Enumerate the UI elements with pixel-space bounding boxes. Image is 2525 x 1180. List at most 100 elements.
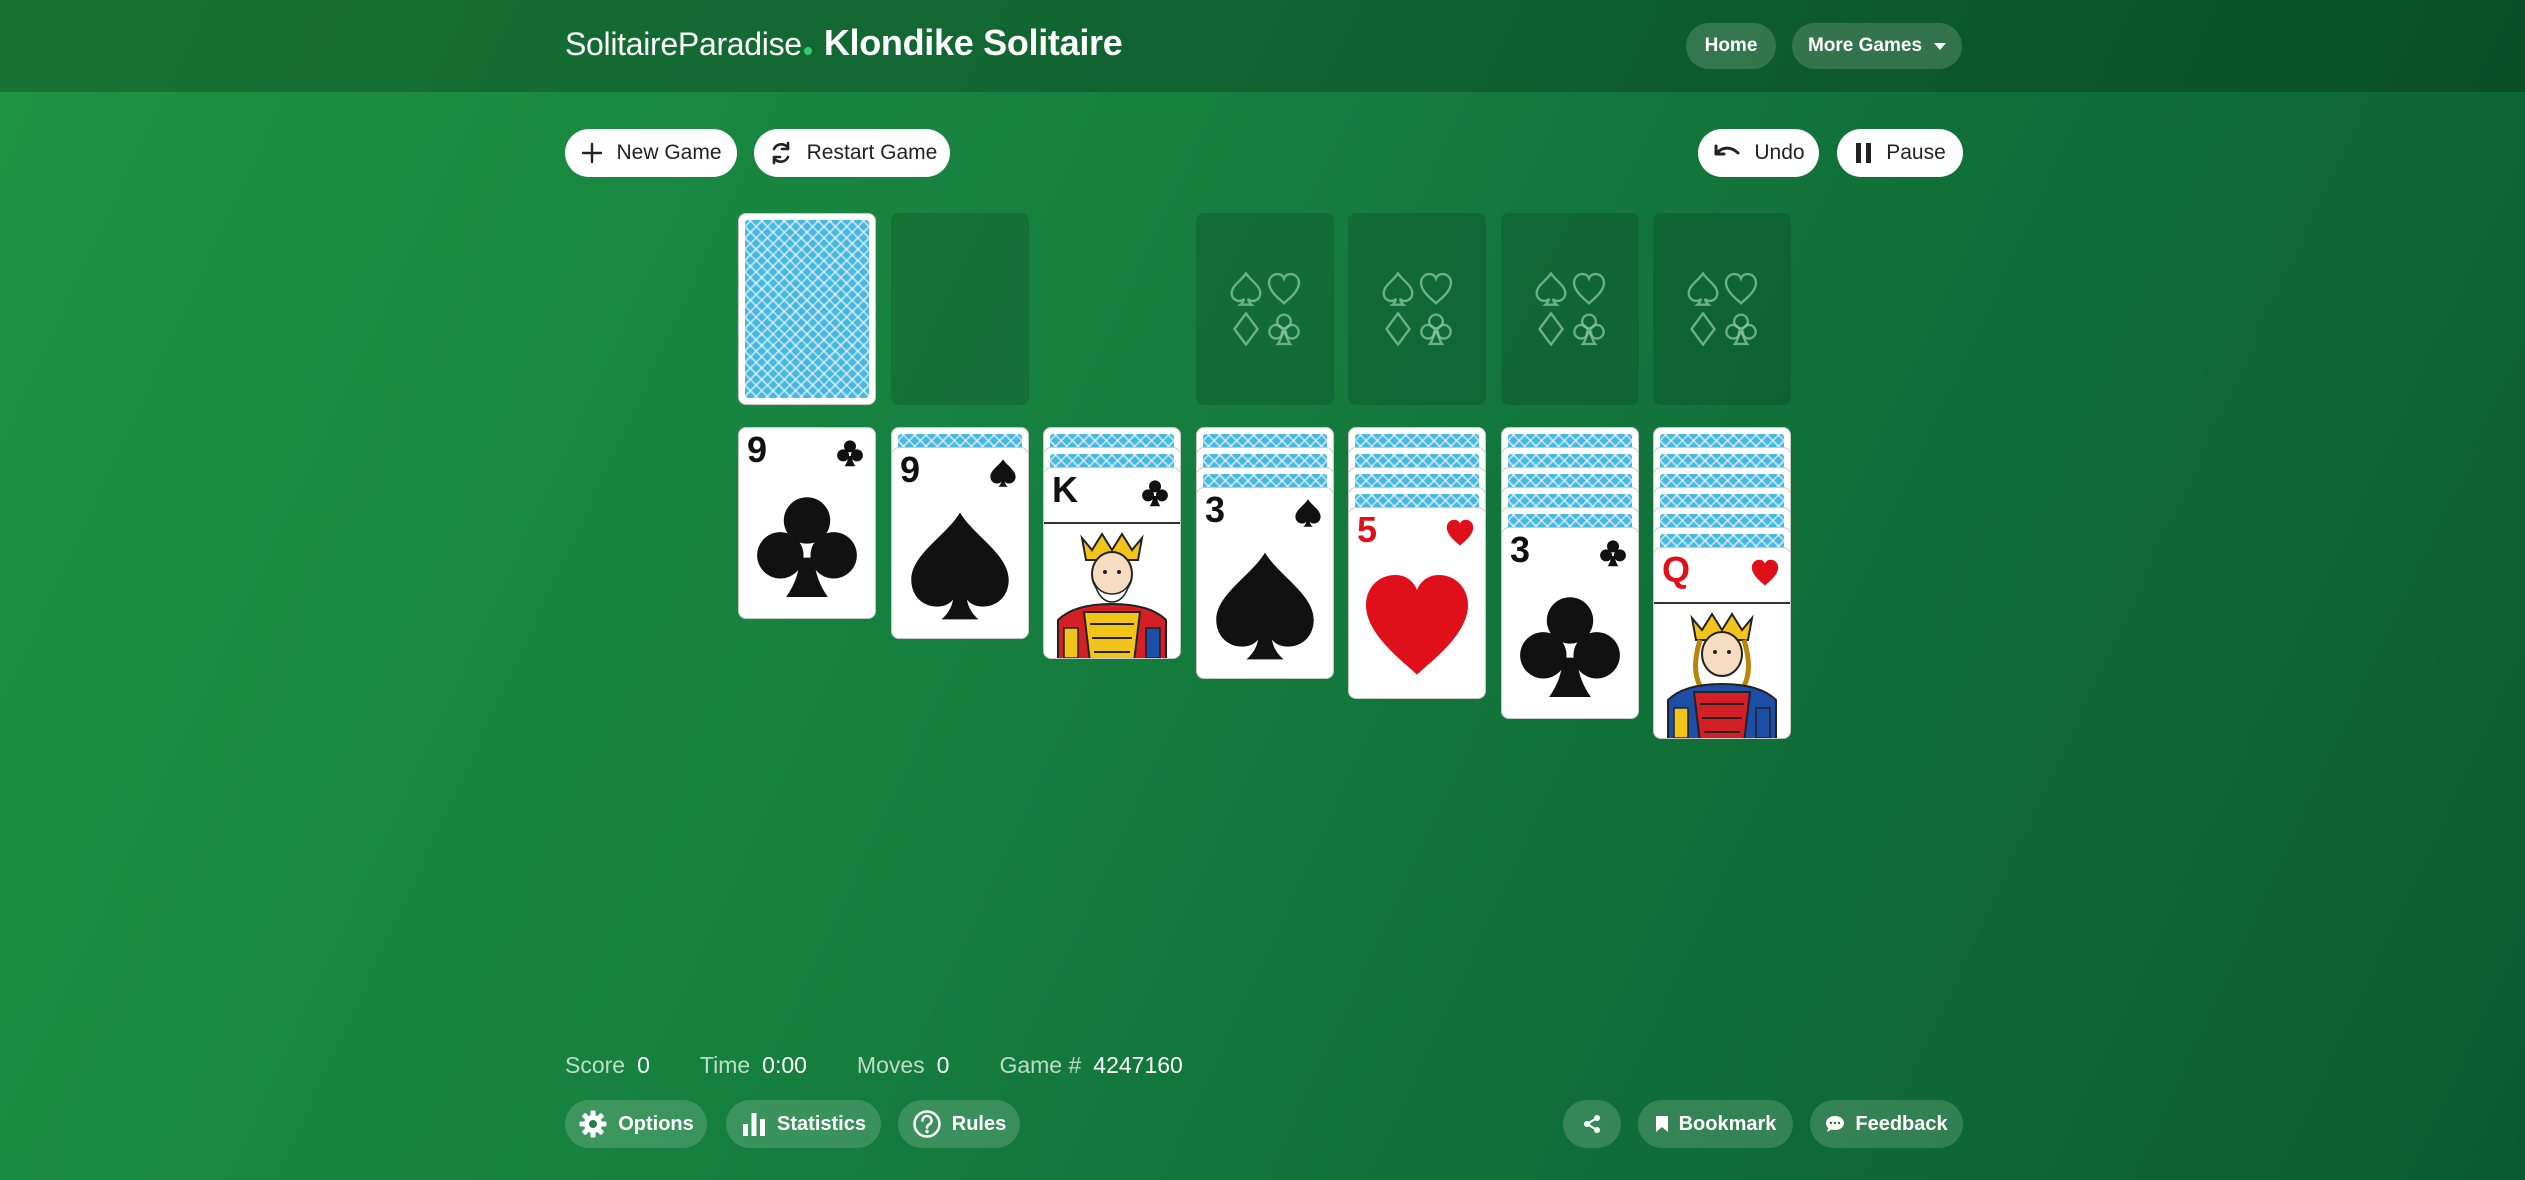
tableau-card[interactable]: 9: [738, 427, 876, 619]
rules-button[interactable]: Rules: [898, 1100, 1020, 1148]
game-number-value: 4247160: [1093, 1051, 1183, 1078]
card-suit-small: [1750, 558, 1780, 593]
heart-outline-icon: [1419, 272, 1453, 305]
diamond-outline-icon: [1384, 312, 1412, 346]
king-portrait-icon: [1044, 524, 1180, 658]
pause-label: Pause: [1886, 141, 1946, 164]
heart-outline-icon: [1267, 272, 1301, 305]
moves-label: Moves: [856, 1051, 925, 1078]
moves-value: 0: [936, 1051, 950, 1078]
foundation-slot[interactable]: [1348, 213, 1486, 405]
card-suit-large: [1197, 548, 1333, 664]
card-suit-small: [1293, 498, 1323, 533]
restart-game-label: Restart Game: [806, 141, 938, 164]
question-icon: [913, 1110, 941, 1138]
bookmark-button[interactable]: Bookmark: [1638, 1100, 1793, 1148]
statistics-label: Statistics: [777, 1112, 866, 1135]
club-outline-icon: [1573, 313, 1605, 346]
time-value: 0:00: [762, 1051, 807, 1078]
card-suit-large: [1502, 588, 1638, 704]
undo-button[interactable]: Undo: [1698, 129, 1819, 177]
options-label: Options: [618, 1112, 694, 1135]
heart-icon: [1446, 519, 1474, 546]
home-button[interactable]: Home: [1686, 23, 1776, 69]
brand[interactable]: SolitaireParadise Klondike Solitaire: [565, 22, 1123, 70]
tableau-card[interactable]: 3: [1501, 527, 1639, 719]
heart-large-icon: [1365, 574, 1469, 675]
card-rank: 3: [1510, 529, 1531, 570]
spade-large-icon: [1216, 552, 1314, 660]
new-game-button[interactable]: New Game: [565, 129, 737, 177]
time-label: Time: [699, 1051, 751, 1078]
options-button[interactable]: Options: [565, 1100, 707, 1148]
club-icon: [1142, 480, 1168, 507]
diamond-outline-icon: [1537, 312, 1565, 346]
card-suit-small: [1140, 478, 1170, 513]
more-games-button[interactable]: More Games: [1792, 23, 1962, 69]
foundation-slot[interactable]: [1501, 213, 1639, 405]
plus-icon: [582, 142, 603, 164]
spade-outline-icon: [1535, 272, 1567, 306]
gear-icon: [579, 1110, 607, 1138]
spade-large-icon: [911, 512, 1009, 620]
heart-icon: [1751, 559, 1779, 586]
club-icon: [837, 440, 863, 467]
face-card-artwork: [1044, 522, 1180, 658]
share-button[interactable]: [1563, 1100, 1621, 1148]
undo-icon: [1714, 144, 1740, 156]
stock-pile[interactable]: [738, 213, 876, 405]
club-large-icon: [757, 497, 857, 598]
card-back-pattern: [745, 220, 869, 398]
queen-portrait-icon: [1654, 604, 1790, 738]
score-value: 0: [637, 1051, 650, 1078]
heart-outline-icon: [1724, 272, 1758, 305]
card-suit-small: [988, 458, 1018, 493]
bar-chart-icon: [743, 1113, 766, 1136]
pause-button[interactable]: Pause: [1837, 129, 1963, 177]
club-outline-icon: [1420, 313, 1452, 346]
foundation-slot[interactable]: [1196, 213, 1334, 405]
card-rank: 9: [900, 449, 921, 490]
restart-game-button[interactable]: Restart Game: [754, 129, 950, 177]
chevron-down-icon: [1934, 42, 1947, 50]
foundation-slot[interactable]: [1653, 213, 1791, 405]
top-bar: SolitaireParadise Klondike Solitaire Hom…: [0, 0, 2525, 92]
card-suit-small: [835, 438, 865, 473]
card-rank: K: [1052, 469, 1078, 510]
card-suit-small: [1598, 538, 1628, 573]
club-large-icon: [1520, 597, 1620, 698]
card-rank: Q: [1662, 549, 1691, 590]
tableau-card[interactable]: 9: [891, 447, 1029, 639]
new-game-label: New Game: [616, 141, 722, 164]
waste-pile[interactable]: [891, 213, 1029, 405]
speech-bubble-icon: [1826, 1116, 1845, 1132]
club-icon: [1600, 540, 1626, 567]
tableau-card[interactable]: K: [1043, 467, 1181, 659]
tableau-card[interactable]: 3: [1196, 487, 1334, 679]
game-title: Klondike Solitaire: [823, 22, 1123, 63]
stats-bar: Score 0 Time 0:00 Moves 0 Game # 4247160: [565, 1048, 1233, 1082]
statistics-button[interactable]: Statistics: [726, 1100, 881, 1148]
spade-outline-icon: [1687, 272, 1719, 306]
more-games-label: More Games: [1807, 35, 1923, 56]
spade-outline-icon: [1230, 272, 1262, 306]
share-icon: [1584, 1115, 1600, 1133]
brand-dot-icon: [803, 47, 812, 55]
card-suit-large: [892, 508, 1028, 624]
tableau-card[interactable]: 5: [1348, 507, 1486, 699]
tableau-card[interactable]: Q: [1653, 547, 1791, 739]
score-label: Score: [565, 1051, 626, 1078]
home-label: Home: [1704, 35, 1758, 56]
card-rank: 9: [747, 429, 768, 470]
card-rank: 3: [1205, 489, 1226, 530]
refresh-icon: [772, 141, 789, 165]
feedback-button[interactable]: Feedback: [1810, 1100, 1963, 1148]
diamond-outline-icon: [1689, 312, 1717, 346]
card-suit-large: [739, 488, 875, 604]
diamond-outline-icon: [1232, 312, 1260, 346]
bookmark-icon: [1655, 1116, 1668, 1132]
spade-icon: [990, 459, 1016, 487]
card-rank: 5: [1357, 509, 1378, 550]
card-suit-small: [1445, 518, 1475, 553]
pause-icon: [1856, 143, 1872, 163]
